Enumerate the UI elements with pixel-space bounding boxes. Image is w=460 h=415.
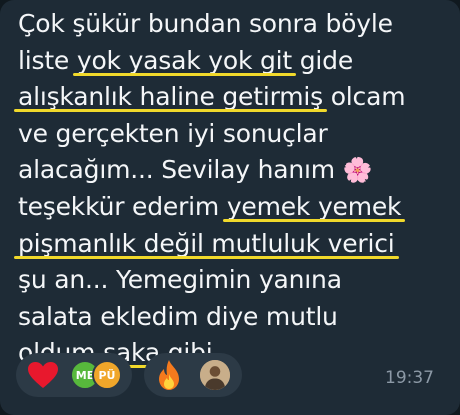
highlighted-phrase: alışkanlık haline getirmiş bbox=[18, 82, 323, 112]
heart-reaction-chip[interactable]: ME PÜ bbox=[16, 353, 132, 397]
message-line: ve gerçekten iyi sonuçlar bbox=[18, 118, 328, 148]
photo-avatar bbox=[198, 358, 232, 392]
message-bubble[interactable]: Çok şükür bundan sonra böyle liste yok y… bbox=[0, 0, 460, 415]
avatar: PÜ bbox=[92, 360, 122, 390]
fire-reaction-chip[interactable] bbox=[144, 353, 242, 397]
highlighted-phrase: yok yasak yok git bbox=[76, 45, 292, 75]
heart-icon bbox=[26, 360, 60, 390]
reactor-avatars bbox=[194, 358, 232, 392]
message-line: teşekkür ederim yemek yemek bbox=[18, 191, 402, 221]
message-line: şu an... Yemegimin yanına bbox=[18, 265, 342, 295]
fire-icon bbox=[154, 358, 184, 392]
reactions-bar: ME PÜ bbox=[16, 353, 242, 397]
message-line: alışkanlık haline getirmiş olcam bbox=[18, 82, 406, 112]
message-line: pişmanlık değil mutluluk verici bbox=[18, 226, 448, 263]
message-line: salata ekledim diye mutlu bbox=[18, 301, 338, 331]
message-line: Çok şükür bundan sonra böyle bbox=[18, 9, 393, 38]
message-line: alacağım... Sevilay hanım 🌸 bbox=[18, 155, 373, 185]
highlighted-phrase: yemek yemek bbox=[226, 191, 402, 221]
highlighted-phrase: pişmanlık değil mutluluk verici bbox=[18, 228, 395, 258]
message-text: Çok şükür bundan sonra böyle liste yok y… bbox=[18, 6, 448, 372]
cherry-blossom-icon: 🌸 bbox=[342, 156, 373, 185]
reactor-avatars: ME PÜ bbox=[70, 360, 122, 390]
message-timestamp: 19:37 bbox=[385, 368, 434, 388]
message-line: liste yok yasak yok git gide bbox=[18, 45, 354, 75]
